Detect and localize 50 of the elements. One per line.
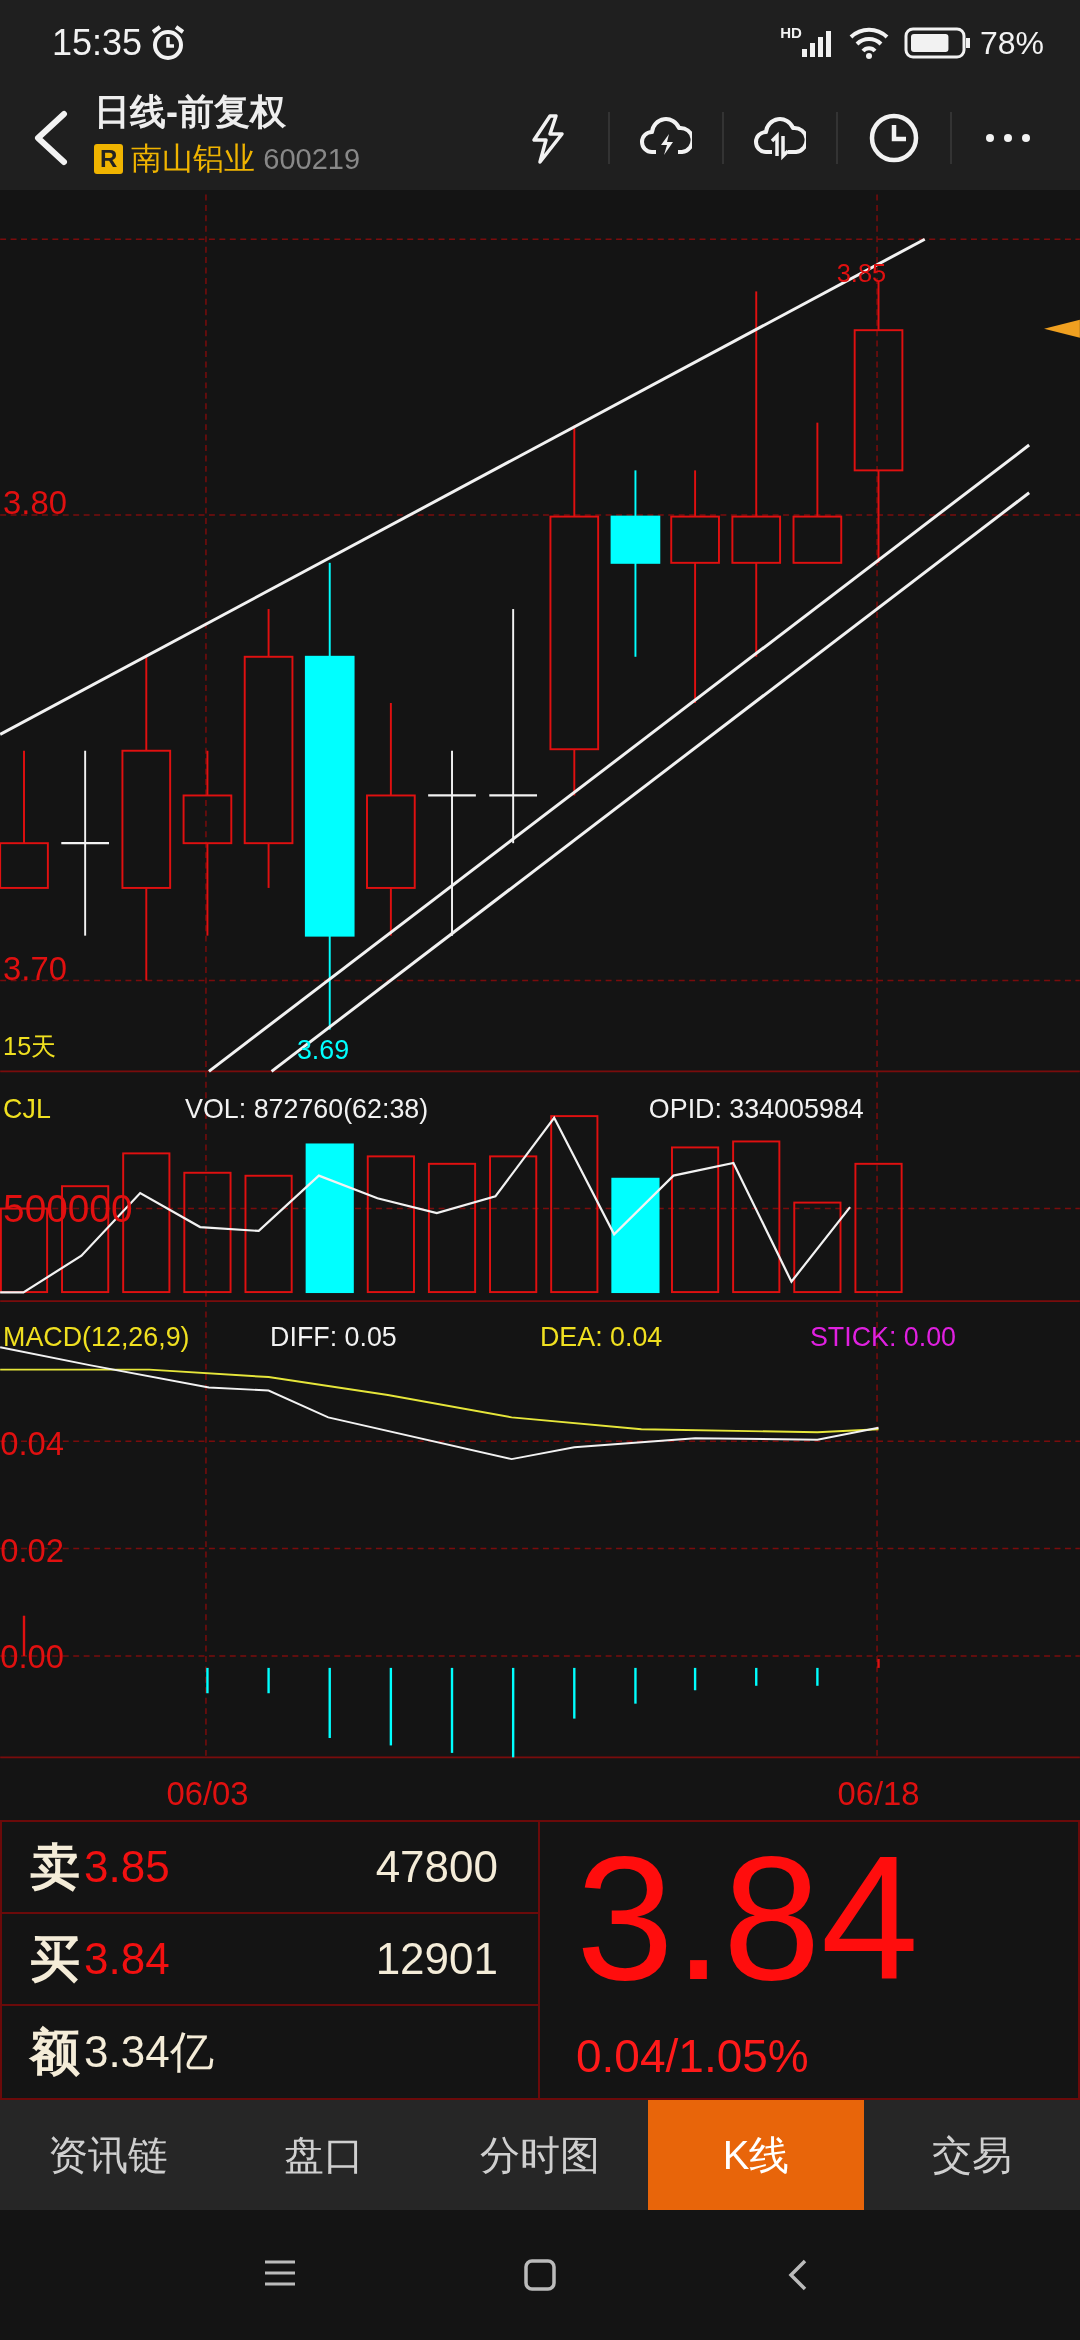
low-price-label: 3.69: [296, 1035, 350, 1066]
tab[interactable]: 交易: [864, 2100, 1080, 2210]
tab[interactable]: 分时图: [432, 2100, 648, 2210]
turnover-value: 3.34亿: [84, 2026, 214, 2078]
macd-stick: [634, 1667, 637, 1704]
macd-stick: [267, 1667, 270, 1694]
dea-value: DEA: 0.04: [540, 1321, 663, 1352]
rating-badge: R: [94, 144, 124, 175]
macd-stick: [573, 1667, 576, 1719]
volume-value: VOL: 872760(62:38): [185, 1093, 429, 1124]
sell-price: 3.85: [84, 1841, 170, 1893]
macd-stick: [693, 1667, 697, 1691]
clock-icon: [868, 111, 920, 164]
quote-label: 额: [30, 2022, 80, 2082]
macd-axis-label: 0.04: [0, 1424, 64, 1462]
network-type-label: HD: [780, 23, 802, 43]
diff-value: DIFF: 0.05: [270, 1321, 397, 1352]
opid-value: OPID: 334005984: [648, 1093, 864, 1124]
period-label: 15天: [3, 1031, 57, 1060]
stick-value: STICK: 0.00: [809, 1321, 957, 1352]
quote-label: 卖: [30, 1837, 80, 1897]
quote-label: 买: [30, 1929, 80, 1989]
buy-volume: 12901: [375, 1933, 498, 1985]
sell-volume: 47800: [375, 1841, 498, 1893]
macd-axis-label: 0.00: [0, 1637, 64, 1675]
current-price: 3.84: [576, 1829, 920, 2006]
battery-percent: 78%: [979, 23, 1044, 63]
stock-name: 南山铝业: [131, 140, 256, 179]
date-label: 06/18: [837, 1775, 920, 1813]
tab[interactable]: 资讯链: [0, 2100, 216, 2210]
macd-axis-label: 0.02: [0, 1532, 64, 1569]
clock-time: 15:35: [52, 20, 143, 65]
date-label: 06/03: [166, 1775, 249, 1813]
battery-icon: [903, 26, 972, 59]
square-icon: [523, 2258, 557, 2292]
macd-stick: [328, 1667, 331, 1738]
buy-price: 3.84: [84, 1933, 170, 1985]
macd-stick: [877, 1658, 880, 1668]
price-axis-label: 3.70: [3, 950, 67, 988]
indicator-name: MACD(12,26,9): [3, 1321, 190, 1352]
stock-code: 600219: [263, 141, 361, 177]
tab[interactable]: 盘口: [216, 2100, 432, 2210]
page-title: 日线-前复权: [94, 92, 287, 133]
price-axis-label: 3.80: [3, 483, 67, 521]
indicator-name: CJL: [3, 1093, 51, 1124]
price-marker-icon: [1044, 319, 1080, 338]
price-change: 0.04/1.05%: [576, 2028, 810, 2084]
macd-stick: [755, 1667, 758, 1686]
macd-stick: [206, 1667, 209, 1694]
macd-stick: [816, 1667, 819, 1686]
